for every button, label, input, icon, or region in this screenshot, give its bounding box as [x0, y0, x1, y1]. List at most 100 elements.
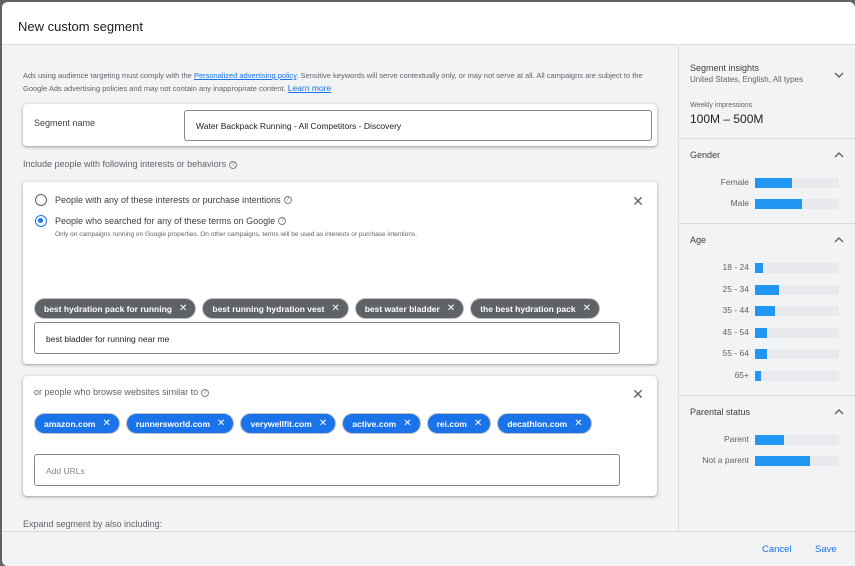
- bar-label: 55 - 64: [722, 348, 749, 358]
- website-chips: amazon.com ✕ runnersworld.com ✕ verywellfit.…: [34, 413, 634, 434]
- dialog-title: New custom segment: [18, 19, 143, 34]
- bar-fill: [755, 349, 767, 359]
- chip-label: runnersworld.com: [135, 418, 211, 429]
- bar-label: Not a parent: [702, 455, 749, 465]
- chip[interactable]: decathlon.com ✕: [497, 413, 592, 434]
- chip[interactable]: rei.com ✕: [426, 413, 492, 434]
- learn-more-link[interactable]: Learn more: [288, 83, 331, 93]
- bar-track: [755, 199, 839, 209]
- radio-interests-label: People with any of these interests or pu…: [55, 195, 281, 205]
- radio-searched[interactable]: People who searched for any of these ter…: [35, 215, 287, 227]
- insight-bar-row: Not a parent: [679, 455, 855, 467]
- bar-fill: [755, 327, 767, 338]
- remove-chip-icon[interactable]: ✕: [574, 418, 582, 429]
- chip[interactable]: the best hydration pack ✕: [470, 298, 601, 319]
- remove-chip-icon[interactable]: ✕: [474, 418, 482, 429]
- bar-fill: [755, 199, 803, 209]
- bar-label: 25 - 34: [722, 283, 749, 294]
- chip[interactable]: best running hydration vest ✕: [202, 298, 349, 319]
- chip-label: rei.com: [436, 418, 467, 429]
- insight-bar-row: 65+: [679, 370, 855, 382]
- chip[interactable]: best water bladder ✕: [354, 298, 465, 319]
- help-icon[interactable]: ?: [278, 217, 287, 225]
- segment-name-card: Segment name Water Backpack Running - Al…: [23, 104, 657, 146]
- bar-label: 18 - 24: [722, 262, 749, 272]
- websites-card: or people who browse websites similar to…: [23, 376, 657, 496]
- add-urls-input[interactable]: Add URLs: [34, 454, 620, 486]
- chevron-up-icon[interactable]: [833, 149, 845, 161]
- insights-subtitle: United States, English, All types: [690, 75, 803, 84]
- bar-track: [755, 435, 839, 445]
- bar-label: Parent: [723, 434, 749, 444]
- radio-unchecked-icon[interactable]: [35, 194, 47, 206]
- chip-label: decathlon.com: [507, 418, 568, 429]
- radio-searched-label: People who searched for any of these ter…: [55, 216, 276, 226]
- remove-chip-icon[interactable]: ✕: [447, 303, 455, 314]
- chip[interactable]: active.com ✕: [342, 413, 421, 434]
- bar-label: 35 - 44: [722, 305, 749, 315]
- insight-bar-row: 55 - 64: [679, 348, 855, 360]
- parental-status-title: Parental status: [690, 407, 751, 417]
- include-label: Include people with following interests …: [23, 159, 238, 169]
- bar-label: 45 - 54: [722, 326, 749, 337]
- segment-name-input[interactable]: Water Backpack Running - All Competitors…: [184, 110, 652, 141]
- save-button[interactable]: Save: [815, 544, 837, 555]
- bar-fill: [755, 306, 776, 316]
- cancel-button[interactable]: Cancel: [762, 544, 792, 555]
- chip-label: active.com: [352, 418, 397, 429]
- insight-bar-row: 25 - 34: [679, 284, 855, 296]
- remove-chip-icon[interactable]: ✕: [217, 418, 225, 429]
- chip-label: best water bladder: [364, 303, 440, 314]
- bar-fill: [755, 178, 792, 188]
- chip[interactable]: verywellfit.com ✕: [240, 413, 337, 434]
- help-icon[interactable]: ?: [283, 196, 292, 204]
- bar-label: Female: [720, 177, 749, 187]
- remove-chip-icon[interactable]: ✕: [179, 303, 187, 314]
- chevron-down-icon[interactable]: [833, 69, 845, 81]
- segment-insights-panel: Segment insights United States, English,…: [678, 46, 855, 531]
- remove-chip-icon[interactable]: ✕: [319, 418, 327, 429]
- main-panel: Ads using audience targeting must comply…: [2, 46, 678, 531]
- help-icon[interactable]: ?: [229, 160, 238, 169]
- insights-title: Segment insights: [690, 63, 760, 73]
- segment-name-label: Segment name: [34, 118, 96, 128]
- search-term-input[interactable]: best bladder for running near me: [34, 322, 620, 354]
- bar-fill: [755, 456, 810, 466]
- remove-chip-icon[interactable]: ✕: [583, 303, 591, 314]
- search-terms-card: People with any of these interests or pu…: [23, 182, 657, 364]
- bar-track: [755, 284, 839, 295]
- bar-fill: [755, 370, 761, 381]
- chip[interactable]: runnersworld.com ✕: [125, 413, 235, 434]
- policy-notice: Ads using audience targeting must comply…: [23, 70, 643, 95]
- weekly-impressions-label: Weekly impressions: [690, 102, 753, 109]
- chip[interactable]: best hydration pack for running ✕: [34, 298, 197, 319]
- insight-bar-row: 35 - 44: [679, 305, 855, 317]
- include-label-text: Include people with following interests …: [23, 159, 227, 169]
- bar-track: [755, 456, 839, 466]
- close-icon[interactable]: ✕: [631, 194, 645, 208]
- chip-label: amazon.com: [44, 418, 96, 429]
- help-icon[interactable]: ?: [201, 388, 210, 397]
- chip[interactable]: amazon.com ✕: [34, 413, 120, 434]
- remove-chip-icon[interactable]: ✕: [103, 418, 111, 429]
- policy-link[interactable]: Personalized advertising policy: [194, 71, 296, 80]
- chip-label: verywellfit.com: [250, 418, 312, 429]
- chip-label: best running hydration vest: [212, 303, 325, 314]
- bar-track: [755, 349, 839, 359]
- remove-chip-icon[interactable]: ✕: [331, 303, 339, 314]
- bar-label: Male: [730, 198, 749, 208]
- radio-interests[interactable]: People with any of these interests or pu…: [35, 194, 292, 206]
- chevron-up-icon[interactable]: [833, 234, 845, 246]
- insight-bar-row: Female: [679, 177, 855, 189]
- parental-status-section: Parental status Parent Not a parent: [679, 396, 855, 531]
- insights-summary: Segment insights United States, English,…: [679, 46, 855, 139]
- chevron-up-icon[interactable]: [833, 406, 845, 418]
- close-icon[interactable]: ✕: [631, 387, 645, 401]
- bar-label: 65+: [734, 369, 749, 380]
- remove-chip-icon[interactable]: ✕: [403, 418, 411, 429]
- bar-fill: [755, 435, 785, 445]
- radio-checked-icon[interactable]: [35, 215, 47, 227]
- chip-label: the best hydration pack: [480, 303, 576, 314]
- websites-label: or people who browse websites similar to…: [34, 387, 210, 397]
- weekly-impressions-value: 100M – 500M: [690, 112, 764, 126]
